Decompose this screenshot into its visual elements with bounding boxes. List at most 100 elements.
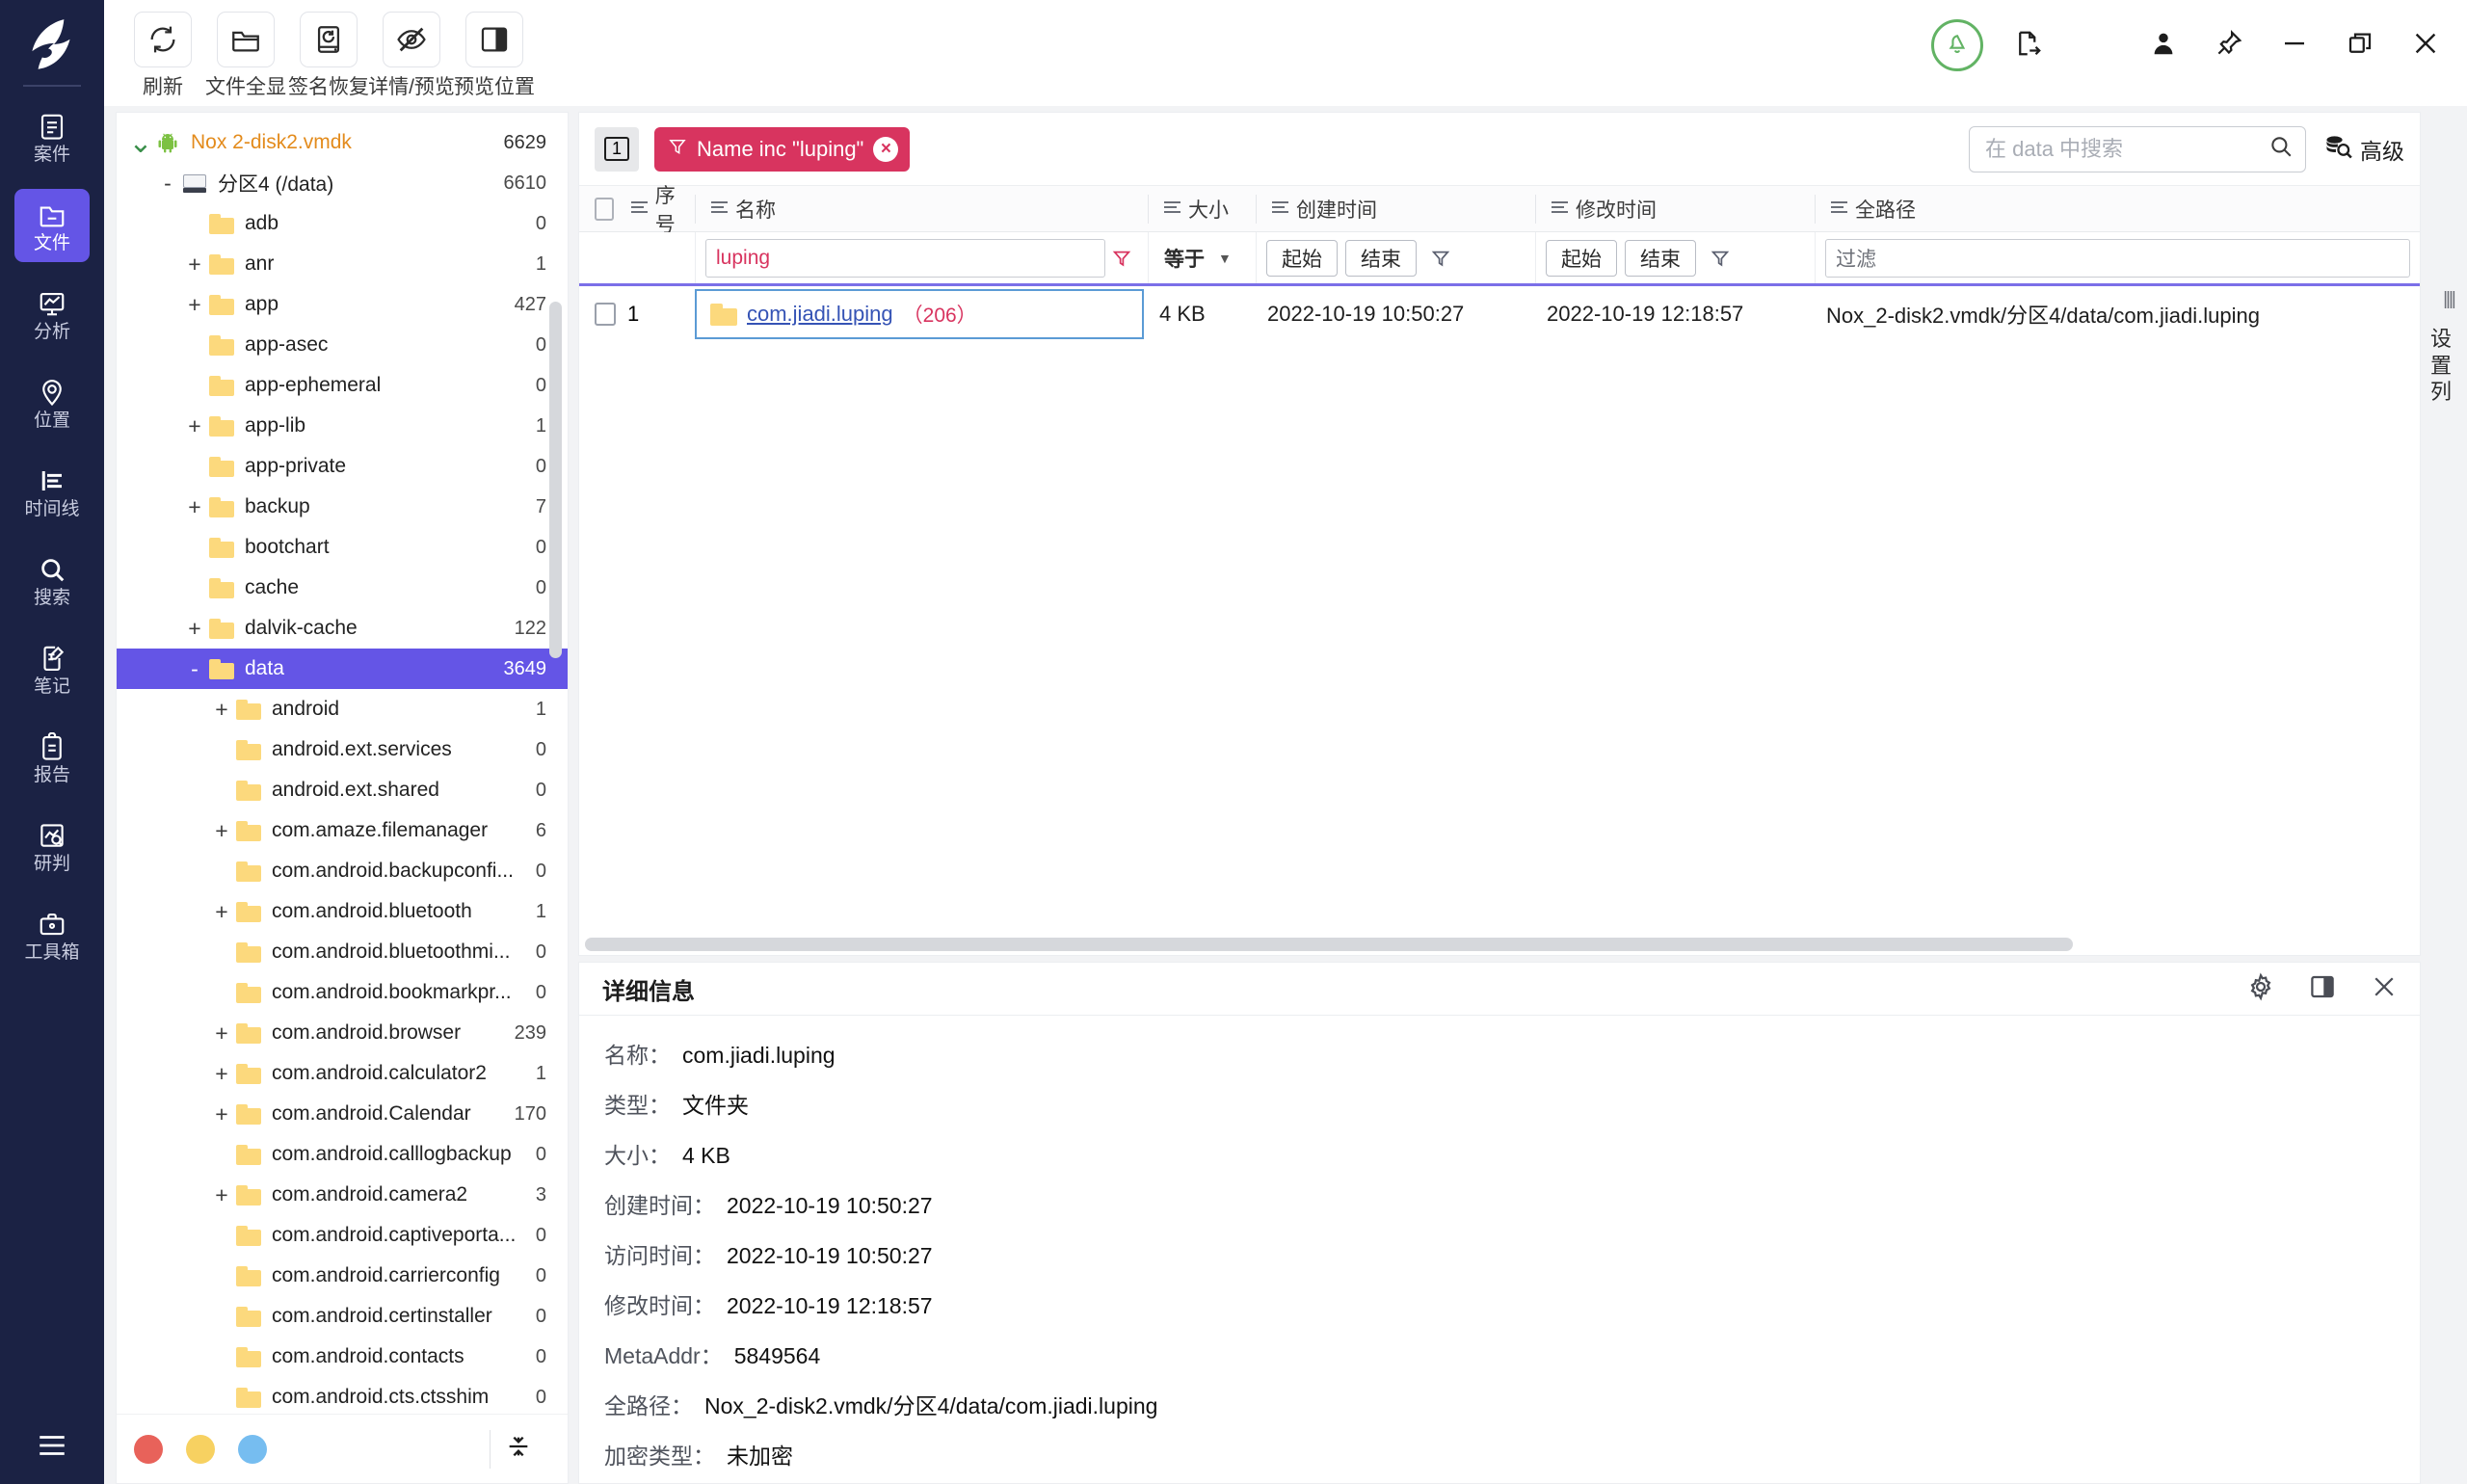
restore-window-button[interactable] [2340,25,2380,66]
tree-node[interactable]: com.android.captiveporta... 0 [117,1215,568,1256]
tree-node[interactable]: + anr 1 [117,244,568,284]
search-box[interactable] [1969,125,2306,172]
tree-node[interactable]: com.android.bluetoothmi... 0 [117,932,568,972]
filter-cell-size[interactable]: 等于 ▼ [1148,232,1256,283]
preview-position-button[interactable]: 预览位置 [453,12,536,100]
status-dot-red[interactable] [134,1434,163,1464]
search-icon[interactable] [2268,134,2294,164]
column-header-name[interactable]: 名称 [695,194,1148,224]
tree-expand-icon[interactable]: + [180,252,209,276]
user-account-button[interactable] [2143,25,2184,66]
minimize-button[interactable] [2274,25,2315,66]
tree-collapse-icon[interactable]: - [180,657,209,680]
tree-node[interactable]: com.android.certinstaller 0 [117,1296,568,1337]
tree-expand-icon[interactable]: + [207,1102,236,1126]
refresh-button[interactable]: 刷新 [121,12,204,100]
advanced-search-button[interactable]: 高级 [2323,133,2404,166]
tree-node[interactable]: + com.android.calculator2 1 [117,1053,568,1094]
tree-node[interactable]: com.android.contacts 0 [117,1337,568,1377]
status-dot-yellow[interactable] [186,1434,215,1464]
tree-expand-icon[interactable]: + [180,617,209,640]
signature-recover-button[interactable]: 签名恢复 [287,12,370,100]
sidebar-item-investigate[interactable]: 研判 [14,809,90,883]
mtime-start-button[interactable]: 起始 [1546,239,1617,277]
sidebar-item-report[interactable]: 报告 [14,721,90,794]
size-operator-select[interactable]: 等于 ▼ [1158,244,1237,273]
ctime-filter-funnel-icon[interactable] [1424,248,1457,269]
tree-node[interactable]: - 分区4 (/data) 6610 [117,163,568,203]
tree-expand-icon[interactable]: + [207,1183,236,1206]
sidebar-item-location[interactable]: 位置 [14,366,90,439]
row-name-link[interactable]: com.jiadi.luping [747,302,893,327]
close-icon[interactable]: × [873,136,899,162]
column-header-seq[interactable]: 序号 [579,185,695,236]
sidebar-item-files[interactable]: 文件 [14,189,90,262]
table-horizontal-scrollbar[interactable] [585,938,2073,951]
tree-expand-icon[interactable]: + [180,495,209,518]
path-filter-input[interactable]: 过滤 [1825,238,2410,278]
tree-node[interactable]: + com.amaze.filemanager 6 [117,810,568,851]
detail-layout-button[interactable] [2306,972,2339,1005]
tree-node[interactable]: + com.android.camera2 3 [117,1175,568,1215]
sidebar-item-timeline[interactable]: 时间线 [14,455,90,528]
tree-node[interactable]: app-asec 0 [117,325,568,365]
mtime-end-button[interactable]: 结束 [1625,239,1696,277]
tree-node[interactable]: + app-lib 1 [117,406,568,446]
ctime-end-button[interactable]: 结束 [1345,239,1417,277]
notification-bell-button[interactable] [1931,19,1983,71]
row-checkbox[interactable] [595,303,616,326]
tree-node[interactable]: bootchart 0 [117,527,568,568]
close-window-button[interactable] [2405,25,2446,66]
sidebar-item-notes[interactable]: 笔记 [14,632,90,705]
tree-node[interactable]: com.android.bookmarkpr... 0 [117,972,568,1013]
tree-expand-icon[interactable]: + [207,900,236,923]
detail-close-button[interactable] [2368,972,2401,1005]
tree-node[interactable]: app-private 0 [117,446,568,487]
sidebar-item-search[interactable]: 搜索 [14,543,90,617]
tree-node[interactable]: com.android.cts.ctsshim 0 [117,1377,568,1414]
sidebar-item-case[interactable]: 案件 [14,100,90,173]
mtime-filter-funnel-icon[interactable] [1704,248,1737,269]
tree-node[interactable]: com.android.backupconfi... 0 [117,851,568,891]
column-header-path[interactable]: 全路径 [1815,194,2420,224]
sidebar-item-analysis[interactable]: 分析 [14,278,90,351]
tree-node[interactable]: android.ext.services 0 [117,729,568,770]
show-all-files-button[interactable]: 文件全显 [204,12,287,100]
tree-expand-icon[interactable]: + [207,698,236,721]
tree-node[interactable]: - data 3649 [117,649,568,689]
search-input[interactable] [1985,136,2268,162]
tree-node[interactable]: + backup 7 [117,487,568,527]
tree-collapse-icon[interactable]: ⌄ [126,128,155,157]
row-cell-name[interactable]: com.jiadi.luping （206） [695,289,1144,339]
sidebar-item-toolbox[interactable]: 工具箱 [14,898,90,971]
collapse-expand-button[interactable] [491,1432,546,1466]
active-filter-chip[interactable]: Name inc "luping" × [654,126,911,172]
tree-expand-icon[interactable]: + [207,1062,236,1085]
name-filter-funnel-icon[interactable] [1105,248,1138,269]
ctime-start-button[interactable]: 起始 [1266,239,1338,277]
rail-menu-button[interactable] [0,1429,104,1467]
tree-node[interactable]: + android 1 [117,689,568,729]
pin-button[interactable] [2209,25,2249,66]
export-file-button[interactable] [2008,25,2049,66]
tree-node[interactable]: + com.android.browser 239 [117,1013,568,1053]
name-filter-input[interactable]: luping [705,238,1105,278]
column-settings-tab[interactable]: |||| 设置列 [2430,106,2467,1484]
tree-node[interactable]: + com.android.Calendar 170 [117,1094,568,1134]
tree-node[interactable]: + dalvik-cache 122 [117,608,568,649]
tree-collapse-icon[interactable]: - [153,172,182,195]
tree-node[interactable]: app-ephemeral 0 [117,365,568,406]
detail-preview-button[interactable]: 详情/预览 [368,12,455,100]
tree-expand-icon[interactable]: + [207,1021,236,1045]
tree-expand-icon[interactable]: + [207,819,236,842]
status-dot-blue[interactable] [238,1434,267,1464]
tree-node[interactable]: + app 427 [117,284,568,325]
tree-node[interactable]: adb 0 [117,203,568,244]
page-badge-button[interactable]: 1 [595,126,639,172]
tree-node[interactable]: + com.android.bluetooth 1 [117,891,568,932]
column-header-ctime[interactable]: 创建时间 [1256,194,1535,224]
file-tree[interactable]: ⌄ Nox 2-disk2.vmdk 6629 - 分区4 (/data) 6610 adb… [117,113,568,1414]
column-header-mtime[interactable]: 修改时间 [1535,194,1815,224]
column-header-size[interactable]: 大小 [1148,194,1256,224]
tree-scrollbar[interactable] [549,302,562,658]
